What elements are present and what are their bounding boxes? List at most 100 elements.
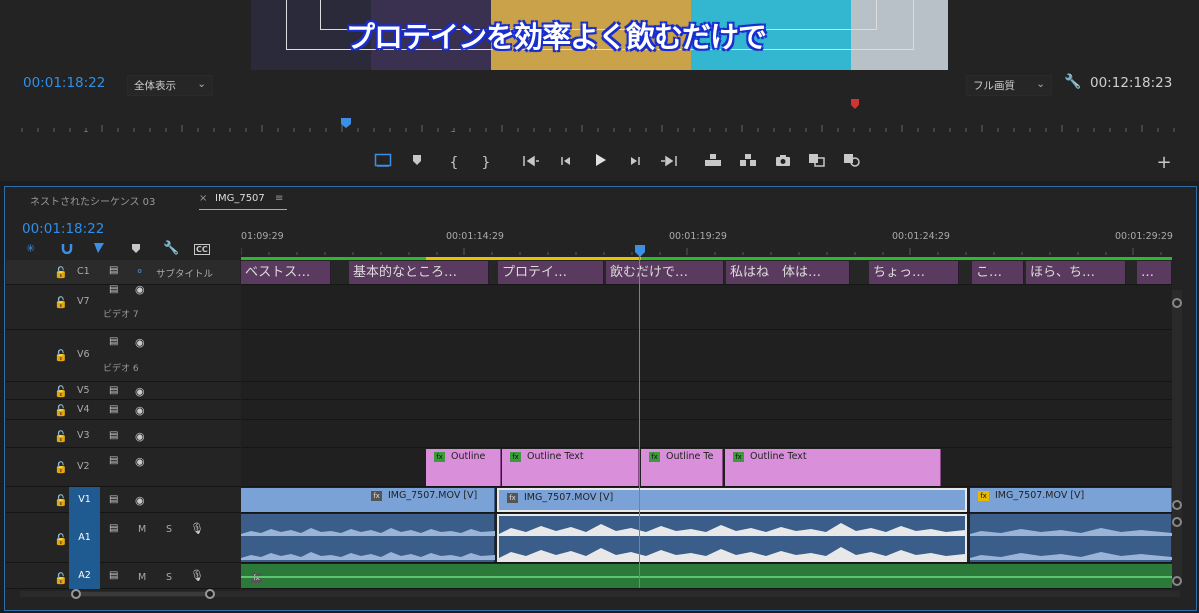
lift-icon[interactable] (702, 153, 724, 173)
sync-lock-icon[interactable]: ▤ (109, 455, 118, 466)
graphic-clip[interactable]: fx Outline Text (502, 449, 639, 486)
scroll-handle[interactable] (1172, 500, 1182, 510)
track-header-v6[interactable] (6, 330, 240, 382)
eye-icon[interactable]: ◉ (135, 336, 145, 349)
scroll-handle[interactable] (1172, 298, 1182, 308)
nest-toggle-icon[interactable]: ✳ (26, 242, 35, 255)
add-marker-icon[interactable] (131, 242, 141, 257)
sync-lock-icon[interactable]: ▤ (109, 494, 118, 505)
lock-icon[interactable]: 🔓 (54, 349, 68, 362)
microphone-icon[interactable]: 🎙 (190, 522, 204, 535)
lock-icon[interactable]: 🔓 (54, 266, 68, 279)
step-back-icon[interactable] (555, 153, 577, 173)
sync-lock-icon[interactable]: ▤ (109, 404, 118, 415)
button-editor-plus[interactable]: + (1153, 153, 1175, 173)
sync-lock-icon[interactable]: ▤ (109, 385, 118, 396)
panel-menu-icon[interactable]: ≡ (275, 193, 283, 204)
sync-lock-icon[interactable]: ▤ (109, 430, 118, 441)
target-a1[interactable]: A1 (69, 513, 100, 563)
go-to-in-icon[interactable] (520, 153, 542, 173)
scroll-handle[interactable] (1172, 576, 1182, 586)
eye-icon[interactable]: ◉ (135, 404, 145, 417)
lock-icon[interactable]: 🔓 (54, 461, 68, 474)
eye-icon[interactable]: ◉ (135, 494, 145, 507)
timeline-playhead[interactable] (634, 244, 646, 258)
eye-icon[interactable]: ◉ (135, 455, 145, 468)
timeline-timecode[interactable]: 00:01:18:22 (22, 221, 104, 237)
play-icon[interactable] (589, 153, 611, 173)
lane-v7[interactable] (241, 285, 1172, 330)
sync-lock-icon[interactable]: ▤ (109, 336, 118, 347)
sync-lock-icon[interactable]: ▤ (109, 570, 118, 581)
captions-icon[interactable]: CC (194, 244, 210, 255)
add-marker-button[interactable] (406, 153, 428, 173)
solo-button[interactable]: S (166, 572, 172, 583)
mute-button[interactable]: M (138, 572, 146, 583)
lock-icon[interactable]: 🔓 (54, 385, 68, 398)
track-header-v4[interactable] (6, 400, 240, 420)
tab-nested-sequence[interactable]: ネストされたシーケンス 03 (30, 193, 155, 208)
lock-icon[interactable]: 🔓 (54, 404, 68, 417)
step-forward-icon[interactable] (624, 153, 646, 173)
marker-icon[interactable] (850, 98, 860, 110)
track-header-v2[interactable] (6, 448, 240, 487)
comparison-view-icon[interactable] (806, 153, 828, 173)
program-time-ruler[interactable] (20, 120, 1180, 132)
video-clip-selected[interactable]: fx IMG_7507.MOV [V] (497, 488, 967, 512)
subtitle-clip[interactable]: ほら、ち… (1026, 261, 1126, 284)
sync-lock-icon[interactable]: ▤ (109, 265, 118, 276)
track-header-a1[interactable] (6, 513, 240, 563)
lock-icon[interactable]: 🔓 (54, 296, 68, 309)
program-timecode[interactable]: 00:01:18:22 (23, 75, 105, 91)
lock-icon[interactable]: 🔓 (54, 430, 68, 443)
mark-out-button[interactable]: } (475, 153, 497, 173)
eye-icon[interactable]: ◉ (135, 283, 145, 296)
video-clip[interactable]: fx IMG_7507.MOV [V] (241, 488, 495, 512)
lock-icon[interactable]: 🔓 (54, 494, 68, 507)
target-a2[interactable]: A2 (69, 563, 100, 589)
camera-icon[interactable] (772, 153, 794, 173)
tab-img-7507[interactable]: IMG_7507 (215, 193, 265, 204)
microphone-icon[interactable]: 🎙 (190, 569, 204, 582)
program-playhead[interactable] (340, 117, 352, 129)
graphic-clip[interactable]: fx Outline Te (641, 449, 723, 486)
track-header-v3[interactable] (6, 420, 240, 448)
mark-in-button[interactable]: { (443, 153, 465, 173)
video-clip[interactable]: fx IMG_7507.MOV [V] (970, 488, 1172, 512)
subtitle-clip[interactable]: 飲むだけで… (606, 261, 724, 284)
sync-lock-icon[interactable]: ▤ (109, 523, 118, 534)
mute-button[interactable]: M (138, 524, 146, 535)
lane-v6[interactable] (241, 330, 1172, 382)
lane-v5[interactable] (241, 382, 1172, 400)
graphic-clip[interactable]: fx Outline Text (725, 449, 941, 486)
tab-close-icon[interactable]: × (199, 193, 207, 204)
lane-v3[interactable] (241, 420, 1172, 448)
solo-button[interactable]: S (166, 524, 172, 535)
subtitle-clip[interactable]: こ… (972, 261, 1024, 284)
scroll-handle[interactable] (1172, 517, 1182, 527)
horizontal-scroll-thumb[interactable] (76, 592, 210, 596)
track-header-v1[interactable] (6, 487, 240, 513)
zoom-level-select[interactable]: 全体表示 ⌄ (127, 75, 213, 96)
safe-margins-button[interactable] (372, 153, 394, 173)
target-v1[interactable]: V1 (69, 487, 100, 513)
toggle-proxies-icon[interactable] (841, 153, 863, 173)
playback-quality-select[interactable]: フル画質 ⌄ (966, 75, 1052, 96)
subtitle-clip[interactable]: 私はね 体は… (726, 261, 850, 284)
wrench-icon[interactable]: 🔧 (1064, 74, 1081, 90)
track-header-a2[interactable] (6, 563, 240, 589)
subtitle-clip[interactable]: ちょっ… (869, 261, 959, 284)
lane-v4[interactable] (241, 400, 1172, 420)
wrench-icon[interactable]: 🔧 (163, 241, 179, 256)
eye-icon[interactable]: ◉ (135, 385, 145, 398)
track-header-v5[interactable] (6, 382, 240, 400)
subtitle-clip[interactable]: ベストス… (241, 261, 331, 284)
lock-icon[interactable]: 🔓 (54, 572, 68, 585)
linked-selection-icon[interactable] (93, 242, 107, 257)
graphic-clip[interactable]: fx Outline (426, 449, 501, 486)
sync-lock-icon[interactable]: ▤ (109, 284, 118, 295)
vertical-scrollbar[interactable] (1172, 290, 1182, 582)
eye-hidden-icon[interactable]: ⚬ (135, 265, 144, 278)
subtitle-clip[interactable]: プロテイ… (498, 261, 604, 284)
eye-icon[interactable]: ◉ (135, 430, 145, 443)
